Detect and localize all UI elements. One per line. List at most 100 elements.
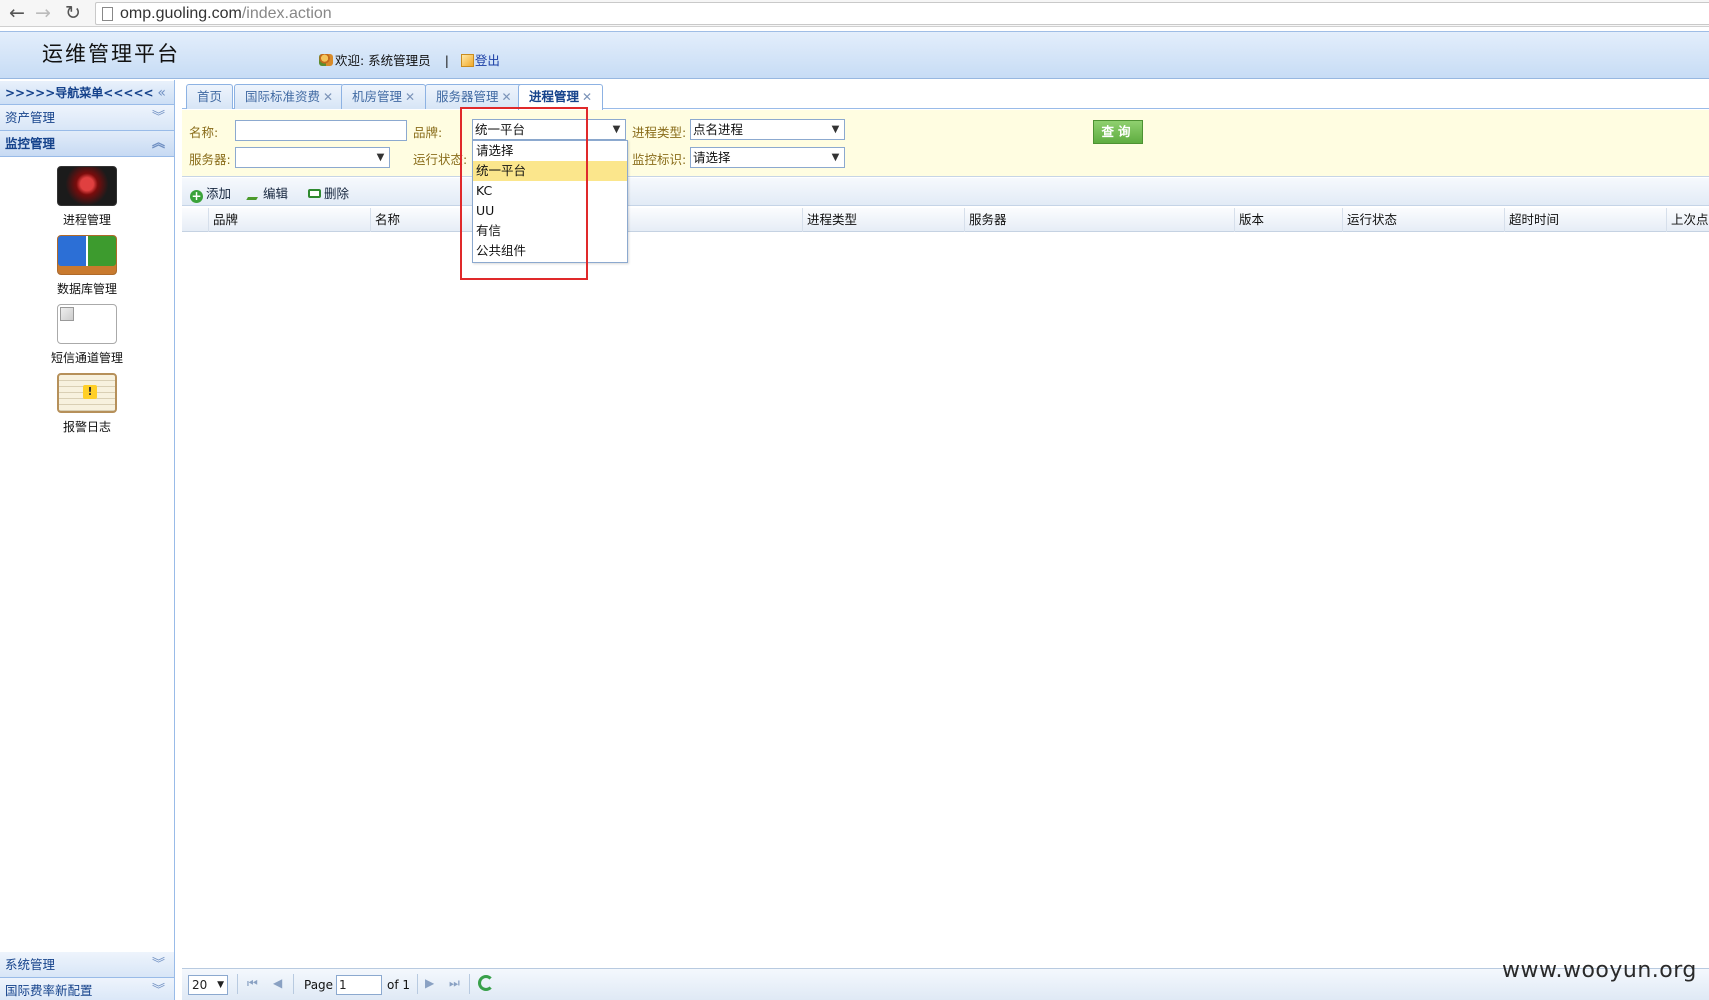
tab-label: 首页 <box>197 89 223 104</box>
chevron-down-icon: ︾ <box>151 110 165 125</box>
edit-icon <box>246 187 264 200</box>
sidebar: >>>>>导航菜单<<<<< « 资产管理 ︾ 监控管理 ︽ 进程管理 数据库管… <box>0 80 175 1000</box>
highlight-annotation-box <box>460 107 588 280</box>
module-label: 进程管理 <box>62 213 111 227</box>
chevron-up-icon: ︽ <box>151 136 165 151</box>
pager-separator <box>469 974 470 994</box>
address-bar[interactable]: omp.guoling.com/index.action <box>95 2 1709 25</box>
caret-down-icon: ▼ <box>217 980 224 990</box>
url-text: omp.guoling.com/index.action <box>120 5 332 22</box>
tab-label: 国际标准资费 <box>245 89 321 104</box>
logout-icon[interactable] <box>460 54 474 67</box>
column-header-last-rollcall[interactable]: 上次点名 <box>1666 208 1709 232</box>
sidebar-section-label: 监控管理 <box>5 136 56 151</box>
column-header-version[interactable]: 版本 <box>1234 208 1342 232</box>
forward-arrow-icon[interactable]: → <box>32 2 54 24</box>
close-icon[interactable]: ✕ <box>405 90 415 104</box>
delete-button[interactable]: 删除 <box>308 183 349 202</box>
column-header-brand[interactable]: 品牌 <box>208 208 370 232</box>
column-header-server[interactable]: 服务器 <box>964 208 1234 232</box>
page-label: Page <box>304 978 334 992</box>
nav-menu-title: >>>>>导航菜单<<<<< « <box>0 80 174 105</box>
tab-home[interactable]: 首页 <box>186 84 234 109</box>
page-size-value: 20 <box>192 978 208 992</box>
chevron-down-icon[interactable]: ▼ <box>608 120 625 139</box>
sidebar-section-label: 资产管理 <box>5 110 56 125</box>
first-page-icon[interactable]: ⏮ <box>247 976 258 991</box>
sidebar-section-intl-rates[interactable]: 国际费率新配置 ︾ <box>0 978 174 1000</box>
sidebar-module-alarm-log[interactable]: 报警日志 <box>0 373 174 435</box>
tab-bar: 首页 国际标准资费 ✕ 机房管理 ✕ 服务器管理 ✕ 进程管理 ✕ <box>182 80 1709 110</box>
tab-datacenter[interactable]: 机房管理 ✕ <box>341 84 427 109</box>
page-count-label: of 1 <box>387 978 411 992</box>
reload-icon[interactable]: ↻ <box>62 2 84 24</box>
monitor-flag-label: 监控标识: <box>632 152 687 167</box>
add-label: 添加 <box>206 186 232 201</box>
query-button[interactable]: 查询 <box>1093 120 1143 144</box>
collapse-sidebar-icon[interactable]: « <box>157 81 166 105</box>
close-icon[interactable]: ✕ <box>582 90 592 104</box>
chevron-down-icon[interactable]: ▼ <box>827 148 844 167</box>
edit-button[interactable]: 编辑 <box>246 183 289 202</box>
chevron-down-icon[interactable]: ▼ <box>372 148 389 167</box>
chevron-down-icon: ︾ <box>151 957 165 972</box>
process-type-select[interactable]: 点名进程 ▼ <box>690 119 845 140</box>
column-header-process-type[interactable]: 进程类型 <box>802 208 964 232</box>
filter-panel: 名称: 品牌: 统一平台 ▼ 进程类型: 点名进程 ▼ 服务器: ▼ 运行状态:… <box>182 110 1709 177</box>
module-label: 报警日志 <box>62 420 111 434</box>
close-icon[interactable]: ✕ <box>323 90 333 104</box>
user-area: 欢迎: 系统管理员 | 登出 <box>319 50 500 69</box>
chevron-down-icon[interactable]: ▼ <box>827 120 844 139</box>
database-icon <box>57 235 117 275</box>
sidebar-section-system[interactable]: 系统管理 ︾ <box>0 952 174 978</box>
sidebar-module-sms-channel[interactable]: 短信通道管理 <box>0 304 174 366</box>
pager-separator <box>237 974 238 994</box>
next-page-icon[interactable]: ▶ <box>425 976 434 990</box>
name-input[interactable] <box>235 120 407 141</box>
pager-separator <box>293 974 294 994</box>
sms-channel-icon <box>57 304 117 344</box>
delete-icon <box>308 189 321 198</box>
user-icon <box>319 54 333 66</box>
column-header-timeout[interactable]: 超时时间 <box>1504 208 1666 232</box>
last-page-icon[interactable]: ⏭ <box>449 976 460 991</box>
grid-body <box>182 233 1709 967</box>
monitor-flag-select[interactable]: 请选择 ▼ <box>690 147 845 168</box>
server-label: 服务器: <box>189 152 231 167</box>
back-arrow-icon[interactable]: ← <box>6 2 28 24</box>
column-header-run-status[interactable]: 运行状态 <box>1342 208 1504 232</box>
add-button[interactable]: + 添加 <box>190 183 231 203</box>
chevron-down-icon: ︾ <box>151 983 165 998</box>
page-size-select[interactable]: 20 ▼ <box>188 975 228 995</box>
sidebar-section-monitoring[interactable]: 监控管理 ︽ <box>0 131 174 157</box>
add-icon: + <box>190 189 203 203</box>
close-icon[interactable]: ✕ <box>502 90 512 104</box>
refresh-icon[interactable] <box>478 975 494 991</box>
process-type-value: 点名进程 <box>693 122 744 137</box>
monitor-flag-value: 请选择 <box>693 150 731 165</box>
sidebar-section-assets[interactable]: 资产管理 ︾ <box>0 105 174 131</box>
name-label: 名称: <box>189 125 219 140</box>
tab-intl-tariff[interactable]: 国际标准资费 ✕ <box>234 84 345 109</box>
grid-toolbar: + 添加 编辑 删除 <box>182 178 1709 206</box>
process-icon <box>57 166 117 206</box>
sidebar-module-database[interactable]: 数据库管理 <box>0 235 174 297</box>
welcome-text: 欢迎: 系统管理员 <box>335 53 431 68</box>
nav-menu-title-text: >>>>>导航菜单<<<<< <box>5 86 154 100</box>
page-icon <box>102 7 113 21</box>
server-select[interactable]: ▼ <box>235 147 390 168</box>
alarm-log-icon <box>57 373 117 413</box>
watermark: www.wooyun.org <box>1502 958 1697 983</box>
prev-page-icon[interactable]: ◀ <box>273 976 282 990</box>
pager-separator <box>417 974 418 994</box>
sidebar-section-label: 国际费率新配置 <box>5 983 93 998</box>
logout-link[interactable]: 登出 <box>475 53 500 68</box>
tab-label: 进程管理 <box>529 89 580 104</box>
edit-label: 编辑 <box>263 186 289 201</box>
grid-header: 品牌 名称 进程类型 服务器 版本 运行状态 超时时间 上次点名 <box>182 208 1709 232</box>
brand-label: 品牌: <box>413 125 443 140</box>
sidebar-module-process[interactable]: 进程管理 <box>0 166 174 228</box>
page-number-input[interactable]: 1 <box>336 975 382 995</box>
module-label: 短信通道管理 <box>50 351 123 365</box>
tab-server[interactable]: 服务器管理 ✕ <box>425 84 523 109</box>
